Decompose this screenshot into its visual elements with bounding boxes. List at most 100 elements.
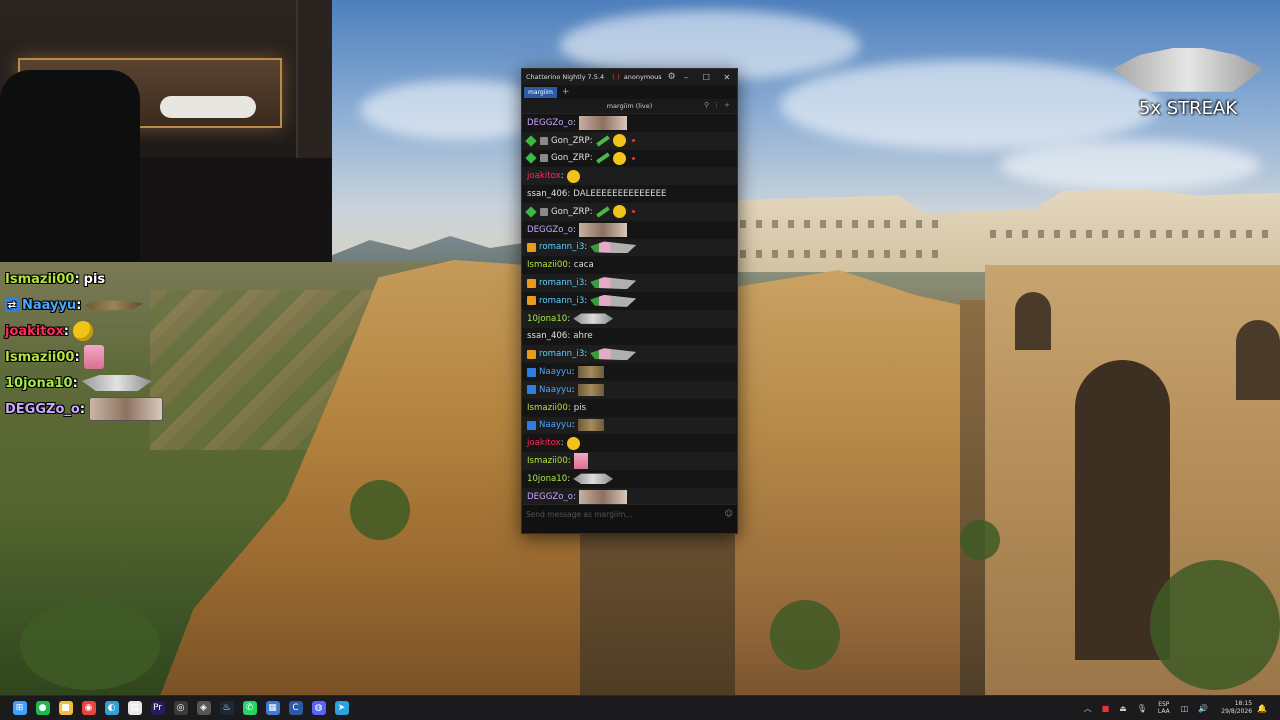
chat-message-row[interactable]: Ismazii00: pis: [522, 398, 737, 417]
premiere-icon[interactable]: Pr: [150, 701, 165, 715]
chat-message-row[interactable]: Ismazii00:: [522, 452, 737, 470]
photo-emote-icon[interactable]: [578, 489, 627, 504]
box-badge-icon[interactable]: [540, 136, 548, 145]
chat-username[interactable]: 10jona10: [527, 474, 567, 484]
window-titlebar[interactable]: Chatterino Nightly 7.5.4 (·) anonymous ⚙…: [522, 69, 737, 85]
smile-emote-icon[interactable]: [566, 436, 580, 450]
chat-message-row[interactable]: Naayyu:: [522, 380, 737, 399]
chat-username[interactable]: Gon_ZRP: [551, 207, 590, 217]
chat-message-row[interactable]: DEGGZo_o:: [522, 114, 737, 132]
sword-emote-icon[interactable]: [595, 152, 610, 165]
blue-badge-icon[interactable]: [527, 420, 536, 430]
chat-message-row[interactable]: ssan_406: DALEEEEEEEEEEEEEE: [522, 185, 737, 203]
whatsapp-icon[interactable]: ✆: [242, 701, 257, 715]
chat-username[interactable]: Naayyu: [539, 367, 572, 377]
pred-badge-icon[interactable]: [527, 296, 536, 306]
green-badge-icon[interactable]: [525, 135, 537, 147]
box-badge-icon[interactable]: [540, 154, 548, 163]
dot-emote-icon[interactable]: [631, 210, 635, 214]
steam-icon[interactable]: ♨: [219, 701, 234, 715]
chat-message-row[interactable]: Gon_ZRP:: [522, 149, 737, 168]
volume-icon[interactable]: 🔊: [1198, 704, 1208, 713]
pred-badge-icon[interactable]: [527, 278, 536, 288]
chat-message-row[interactable]: romann_i3:: [522, 291, 737, 310]
link-icon[interactable]: ⚲: [704, 101, 713, 109]
chat-message-row[interactable]: DEGGZo_o:: [522, 220, 737, 239]
chat-username[interactable]: Ismazii00: [527, 260, 568, 270]
dot-emote-icon[interactable]: [631, 139, 635, 143]
maximize-button[interactable]: ☐: [696, 73, 716, 82]
photo-emote-icon[interactable]: [578, 222, 627, 237]
telegram-icon[interactable]: ➤: [334, 701, 349, 715]
discord-icon[interactable]: ◍: [311, 701, 326, 715]
stack-emote-icon[interactable]: [590, 348, 637, 361]
chat-message-row[interactable]: romann_i3:: [522, 345, 737, 364]
minimize-button[interactable]: –: [676, 73, 696, 82]
stack-emote-icon[interactable]: [590, 277, 637, 290]
chat-username[interactable]: joakitox: [527, 438, 561, 448]
windows-start-icon[interactable]: ⊞: [12, 701, 27, 715]
emote-picker-icon[interactable]: ☺: [725, 509, 733, 518]
chat-message-row[interactable]: 10jona10:: [522, 309, 737, 328]
settings-gear-icon[interactable]: ⚙: [668, 72, 676, 82]
chat-message-row[interactable]: Gon_ZRP:: [522, 131, 737, 150]
add-tab-icon[interactable]: +: [562, 87, 570, 97]
chat-message-row[interactable]: joakitox:: [522, 167, 737, 186]
notification-bell-icon[interactable]: 🔔: [1257, 704, 1267, 713]
document-icon[interactable]: ▤: [127, 701, 142, 715]
chat-username[interactable]: DEGGZo_o: [527, 492, 573, 502]
chat-message-row[interactable]: joakitox:: [522, 434, 737, 453]
chat-message-row[interactable]: Ismazii00: caca: [522, 256, 737, 275]
chat-username[interactable]: romann_i3: [539, 242, 584, 252]
tank-emote-icon[interactable]: [577, 383, 604, 396]
sword-emote-icon[interactable]: [595, 206, 610, 218]
chat-message-row[interactable]: romann_i3:: [522, 238, 737, 257]
tank-emote-icon[interactable]: [577, 419, 604, 432]
chat-username[interactable]: Naayyu: [539, 420, 572, 430]
pred-badge-icon[interactable]: [527, 349, 536, 359]
tab-margiim[interactable]: margiim: [524, 86, 557, 98]
chat-username[interactable]: Ismazii00: [527, 456, 568, 466]
chat-username[interactable]: Naayyu: [539, 385, 572, 395]
tray-overflow-icon[interactable]: ︿: [1084, 703, 1092, 714]
chatterino-icon[interactable]: C: [288, 701, 303, 715]
pink-emote-icon[interactable]: [573, 453, 588, 470]
stack-emote-icon[interactable]: [590, 241, 637, 254]
chat-message-row[interactable]: Naayyu:: [522, 363, 737, 381]
language-indicator[interactable]: ESP LAA: [1158, 701, 1170, 715]
network-icon[interactable]: ◫: [1181, 704, 1189, 713]
chat-message-row[interactable]: ssan_406: ahre: [522, 327, 737, 346]
chatterino-window[interactable]: Chatterino Nightly 7.5.4 (·) anonymous ⚙…: [521, 68, 738, 534]
green-badge-icon[interactable]: [525, 206, 537, 218]
chat-message-list[interactable]: DEGGZo_o: Gon_ZRP: Gon_ZRP: joakitox: ssan_4…: [522, 114, 737, 504]
tray-usb-icon[interactable]: ⏏: [1119, 704, 1127, 713]
chat-message-row[interactable]: romann_i3:: [522, 274, 737, 292]
file-explorer-icon[interactable]: ■: [58, 701, 73, 715]
smile-emote-icon[interactable]: [612, 205, 626, 219]
blue-badge-icon[interactable]: [527, 385, 536, 395]
chat-username[interactable]: ssan_406: [527, 331, 567, 341]
chat-username[interactable]: ssan_406: [527, 189, 567, 199]
chat-username[interactable]: romann_i3: [539, 349, 584, 359]
spotify-icon[interactable]: ●: [35, 701, 50, 715]
blue-badge-icon[interactable]: [527, 367, 536, 377]
obs-icon[interactable]: ◎: [173, 701, 188, 715]
smile-emote-icon[interactable]: [566, 169, 580, 183]
chat-message-row[interactable]: Naayyu:: [522, 416, 737, 435]
add-split-icon[interactable]: +: [724, 101, 734, 109]
smile-emote-icon[interactable]: [612, 151, 626, 165]
chat-username[interactable]: romann_i3: [539, 296, 584, 306]
photo-emote-icon[interactable]: [578, 115, 627, 130]
tank-emote-icon[interactable]: [577, 366, 604, 379]
chat-message-row[interactable]: 10jona10:: [522, 469, 737, 488]
edge-icon[interactable]: ◐: [104, 701, 119, 715]
cat-emote-icon[interactable]: [573, 473, 614, 485]
green-badge-icon[interactable]: [525, 152, 537, 165]
chat-username[interactable]: romann_i3: [539, 278, 584, 288]
chat-message-row[interactable]: Gon_ZRP:: [522, 202, 737, 221]
clock[interactable]: 18:15 29/8/2026: [1221, 700, 1252, 716]
split-title[interactable]: margiim (live): [607, 102, 653, 110]
chat-username[interactable]: DEGGZo_o: [527, 225, 573, 235]
tray-app-icon[interactable]: ■: [1102, 704, 1110, 713]
more-options-icon[interactable]: ⋮: [713, 101, 724, 109]
